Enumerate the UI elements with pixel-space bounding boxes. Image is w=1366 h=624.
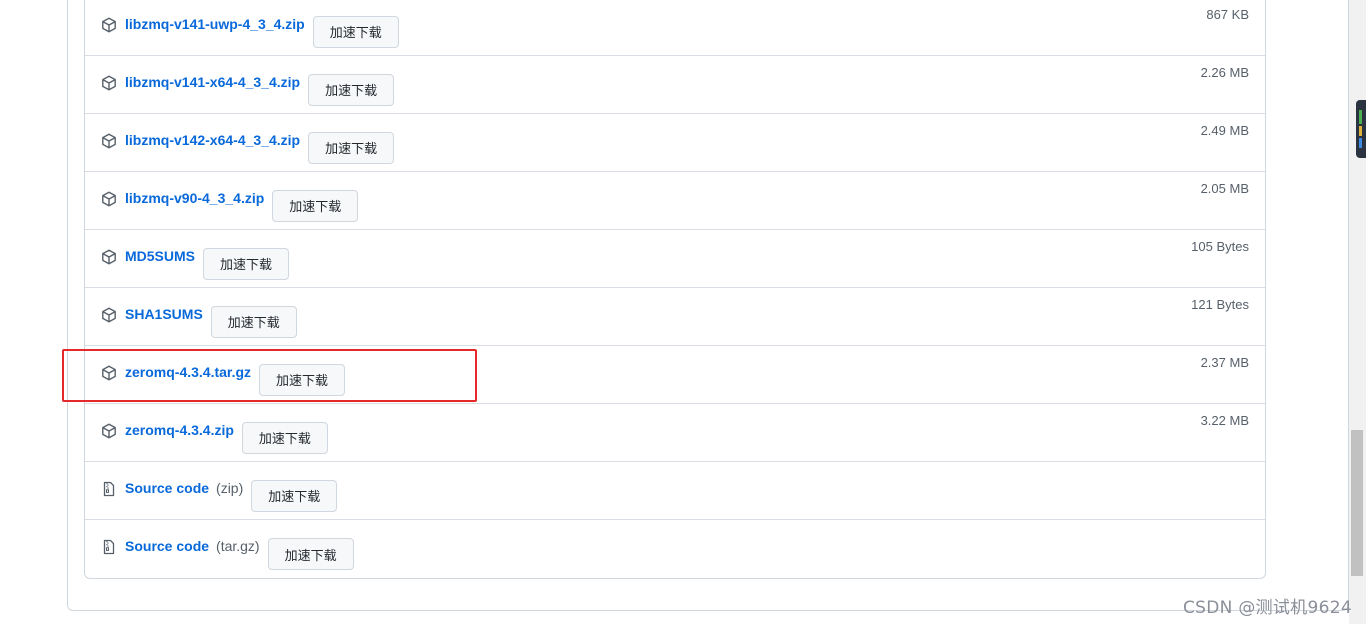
asset-link[interactable]: libzmq-v90-4_3_4.zip [125,190,264,206]
accelerated-download-button[interactable]: 加速下载 [272,189,359,222]
accelerated-download-button[interactable]: 加速下载 [308,131,395,164]
asset-link[interactable]: SHA1SUMS [125,306,203,322]
accelerated-download-button[interactable]: 加速下载 [203,247,290,280]
widget-bar [1359,110,1362,124]
asset-size: 2.05 MB [1200,181,1249,196]
accelerated-download-button[interactable]: 加速下载 [210,305,297,338]
accelerated-download-button[interactable]: 加速下载 [251,479,338,512]
file-zip-icon [101,481,117,497]
asset-size: 105 Bytes [1191,239,1249,254]
package-icon [101,17,117,33]
side-extension-widget[interactable] [1356,100,1366,158]
package-icon [101,133,117,149]
asset-size: 2.37 MB [1200,355,1249,370]
asset-link[interactable]: libzmq-v142-x64-4_3_4.zip [125,132,300,148]
highlight-annotation [62,349,477,402]
asset-link[interactable]: MD5SUMS [125,248,195,264]
widget-bar [1359,138,1362,148]
asset-size: 2.49 MB [1200,123,1249,138]
assets-list: libzmq-v141-uwp-4_3_4.zip 加速下载 867 KB li… [84,0,1266,579]
asset-size: 2.26 MB [1200,65,1249,80]
asset-row: libzmq-v142-x64-4_3_4.zip 加速下载 2.49 MB [85,114,1265,172]
package-icon [101,75,117,91]
asset-format: (zip) [216,479,244,496]
asset-link[interactable]: libzmq-v141-x64-4_3_4.zip [125,74,300,90]
asset-row: libzmq-v141-uwp-4_3_4.zip 加速下载 867 KB [85,0,1265,56]
asset-size: 3.22 MB [1200,413,1249,428]
asset-link[interactable]: libzmq-v141-uwp-4_3_4.zip [125,16,305,32]
accelerated-download-button[interactable]: 加速下载 [308,73,395,106]
asset-size: 867 KB [1206,7,1249,22]
asset-link[interactable]: zeromq-4.3.4.zip [125,422,234,438]
asset-row: MD5SUMS 加速下载 105 Bytes [85,230,1265,288]
widget-bar [1359,126,1362,136]
asset-format: (tar.gz) [216,538,260,554]
package-icon [101,191,117,207]
asset-size: 121 Bytes [1191,297,1249,312]
package-icon [101,307,117,323]
asset-row: SHA1SUMS 加速下载 121 Bytes [85,288,1265,346]
asset-row: Source code (tar.gz) 加速下载 [85,520,1265,578]
watermark: CSDN @测试机9624 [1182,598,1352,618]
accelerated-download-button[interactable]: 加速下载 [267,538,354,570]
asset-link[interactable]: Source code [125,480,209,496]
accelerated-download-button[interactable]: 加速下载 [241,421,328,454]
package-icon [101,249,117,265]
asset-row: libzmq-v141-x64-4_3_4.zip 加速下载 2.26 MB [85,56,1265,114]
accelerated-download-button[interactable]: 加速下载 [312,15,399,48]
asset-row: Source code (zip) 加速下载 [85,462,1265,520]
file-zip-icon [101,539,117,555]
package-icon [101,423,117,439]
asset-row: zeromq-4.3.4.zip 加速下载 3.22 MB [85,404,1265,462]
asset-row: libzmq-v90-4_3_4.zip 加速下载 2.05 MB [85,172,1265,230]
scrollbar-thumb[interactable] [1351,430,1363,576]
asset-link[interactable]: Source code [125,538,209,554]
